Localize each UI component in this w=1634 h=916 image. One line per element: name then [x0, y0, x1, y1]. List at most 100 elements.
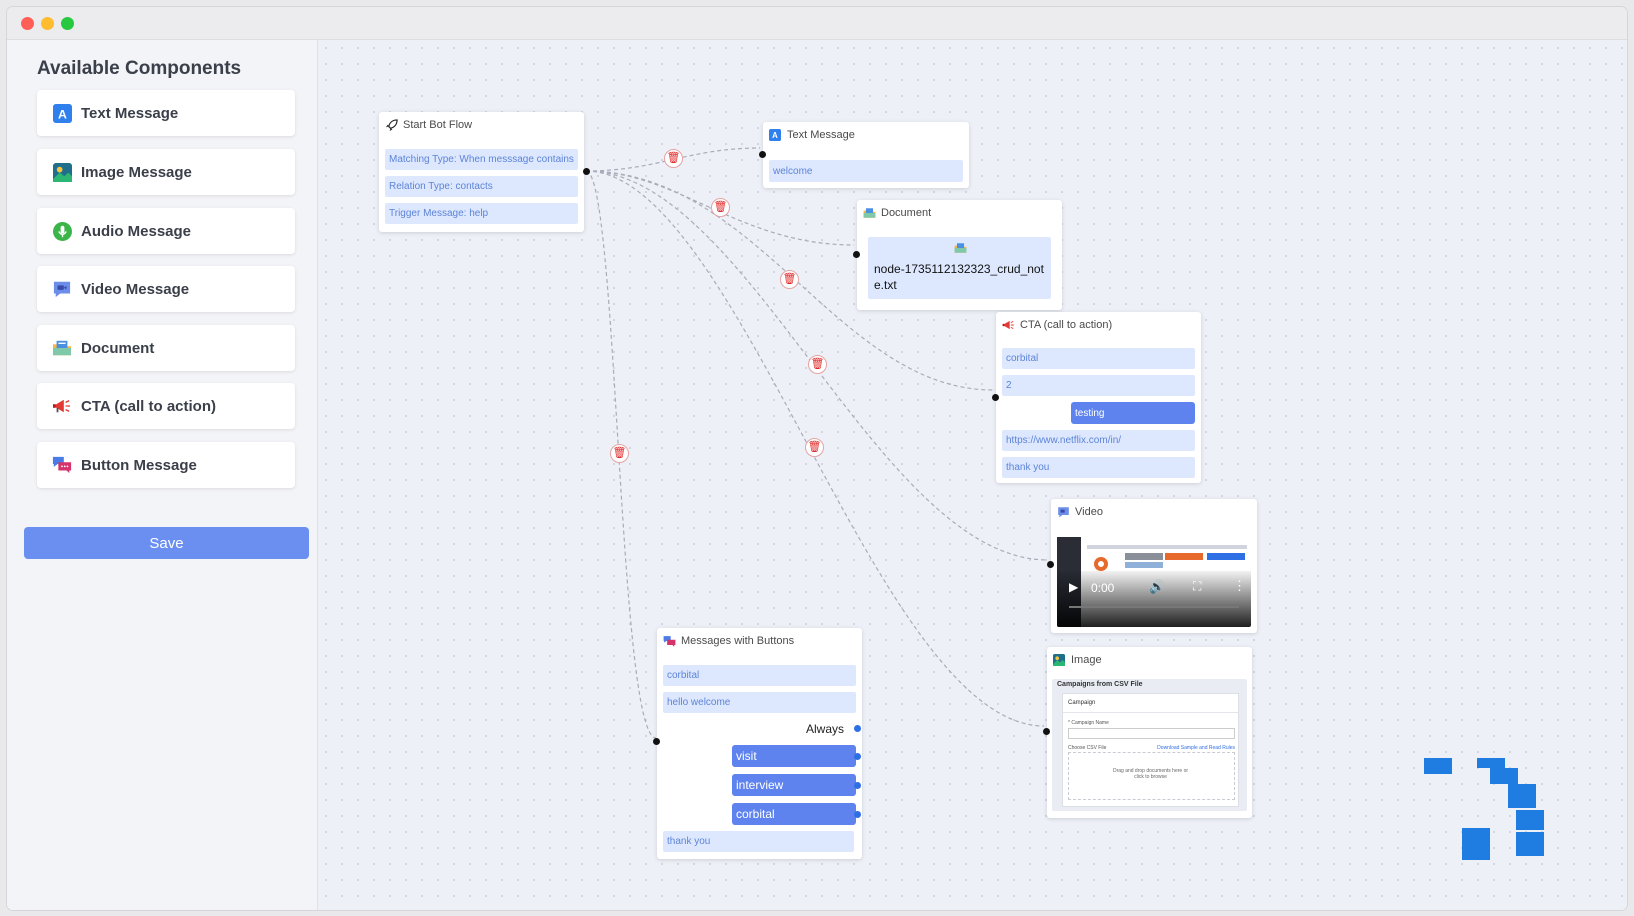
- preview-drop-text: Drag and drop documents here or click to…: [1112, 768, 1189, 780]
- component-text-message[interactable]: A Text Message: [37, 90, 295, 136]
- component-label: CTA (call to action): [81, 397, 216, 415]
- component-video-message[interactable]: Video Message: [37, 266, 295, 312]
- trash-icon: 🗑: [666, 152, 681, 164]
- node-title: Video: [1075, 506, 1103, 518]
- delete-edge-button[interactable]: 🗑: [610, 444, 629, 463]
- start-bot-flow-node[interactable]: Start Bot Flow Matching Type: When messs…: [379, 112, 590, 232]
- preview-heading: Campaigns from CSV File: [1057, 681, 1143, 688]
- text-message-value: welcome: [769, 160, 963, 182]
- target-handle[interactable]: [992, 394, 999, 401]
- sidebar-title: Available Components: [37, 58, 242, 79]
- messages-with-buttons-node[interactable]: Messages with Buttons corbital hello wel…: [653, 628, 862, 859]
- megaphone-icon: [51, 395, 73, 417]
- always-label: Always: [805, 722, 844, 736]
- rocket-icon: [384, 118, 398, 132]
- target-handle[interactable]: [1043, 728, 1050, 735]
- delete-edge-button[interactable]: 🗑: [711, 198, 730, 217]
- text-letter-icon: A: [768, 128, 782, 142]
- cta-node[interactable]: CTA (call to action) corbital 2 testing …: [992, 312, 1201, 483]
- app-window: Available Components A Text Message Imag…: [7, 7, 1627, 910]
- trash-icon: 🗑: [612, 447, 627, 459]
- trash-icon: 🗑: [810, 358, 825, 370]
- chat-bubbles-icon: [51, 454, 73, 476]
- cta-body-field: 2: [1002, 375, 1195, 396]
- target-handle[interactable]: [759, 151, 766, 158]
- video-node[interactable]: Video ▶ 0:00 🔊 ⛶ ⋮: [1047, 499, 1257, 633]
- brand-logo: [1418, 740, 1627, 910]
- delete-edge-button[interactable]: 🗑: [805, 438, 824, 457]
- image-icon: [51, 161, 73, 183]
- component-label: Button Message: [81, 456, 197, 474]
- buttons-body-field: hello welcome: [663, 692, 856, 713]
- component-audio-message[interactable]: Audio Message: [37, 208, 295, 254]
- minimize-window-button[interactable]: [41, 17, 54, 30]
- buttons-header-field: corbital: [663, 665, 856, 686]
- image-node[interactable]: Image Campaigns from CSV File Campaign *…: [1043, 647, 1252, 818]
- preview-field-label: * Campaign Name: [1068, 720, 1109, 726]
- more-options-icon[interactable]: ⋮: [1233, 578, 1246, 594]
- component-label: Video Message: [81, 280, 190, 298]
- option-source-handle[interactable]: [854, 782, 861, 789]
- node-title: Text Message: [787, 129, 855, 141]
- volume-icon[interactable]: 🔊: [1149, 579, 1165, 595]
- node-title: Document: [881, 207, 932, 219]
- target-handle[interactable]: [653, 738, 660, 745]
- node-title: CTA (call to action): [1020, 319, 1113, 331]
- target-handle[interactable]: [1047, 561, 1054, 568]
- cta-button[interactable]: testing: [1071, 402, 1195, 424]
- document-filename: node-1735112132323_crud_note.txt: [874, 262, 1044, 292]
- document-preview: node-1735112132323_crud_note.txt: [868, 237, 1051, 299]
- document-node[interactable]: Document node-1735112132323_crud_note.tx…: [853, 200, 1062, 310]
- node-title: Messages with Buttons: [681, 635, 795, 647]
- chat-bubbles-icon: [662, 634, 676, 648]
- title-bar: [7, 7, 1627, 40]
- megaphone-icon: [1001, 318, 1015, 332]
- buttons-footer-field: thank you: [663, 831, 854, 852]
- delete-edge-button[interactable]: 🗑: [664, 149, 683, 168]
- trigger-message-field: Trigger Message: help: [385, 203, 578, 224]
- cta-url-field: https://www.netflix.com/in/: [1002, 430, 1195, 451]
- components-sidebar: Available Components A Text Message Imag…: [7, 40, 318, 910]
- preview-download-link: Download Sample and Read Rules: [1157, 745, 1235, 751]
- cta-footer-field: thank you: [1002, 457, 1195, 478]
- svg-text:A: A: [58, 107, 67, 121]
- video-camera-icon: [1056, 505, 1070, 519]
- fullscreen-icon[interactable]: ⛶: [1193, 579, 1201, 594]
- trash-icon: 🗑: [713, 201, 728, 213]
- flow-canvas[interactable]: 🗑 🗑 🗑 🗑 🗑 🗑 Start Bot Flow Matching Type…: [318, 40, 1627, 910]
- button-option-corbital[interactable]: corbital: [732, 803, 856, 825]
- document-icon: [954, 242, 967, 257]
- component-button-message[interactable]: Button Message: [37, 442, 295, 488]
- source-handle[interactable]: [583, 168, 590, 175]
- play-icon[interactable]: ▶: [1069, 580, 1078, 594]
- button-option-interview[interactable]: interview: [732, 774, 856, 796]
- delete-edge-button[interactable]: 🗑: [780, 270, 799, 289]
- image-icon: [1052, 653, 1066, 667]
- svg-text:A: A: [772, 131, 778, 140]
- component-label: Document: [81, 339, 155, 357]
- maximize-window-button[interactable]: [61, 17, 74, 30]
- image-preview: Campaigns from CSV File Campaign * Campa…: [1052, 679, 1247, 811]
- video-camera-icon: [51, 278, 73, 300]
- video-player[interactable]: ▶ 0:00 🔊 ⛶ ⋮: [1057, 531, 1251, 627]
- component-label: Text Message: [81, 104, 179, 122]
- target-handle[interactable]: [853, 251, 860, 258]
- option-source-handle[interactable]: [854, 811, 861, 818]
- trash-icon: 🗑: [807, 441, 822, 453]
- close-window-button[interactable]: [21, 17, 34, 30]
- component-label: Image Message: [81, 163, 192, 181]
- relation-type-field: Relation Type: contacts: [385, 176, 578, 197]
- save-button[interactable]: Save: [24, 527, 309, 559]
- component-image-message[interactable]: Image Message: [37, 149, 295, 195]
- always-source-handle[interactable]: [854, 725, 861, 732]
- button-option-visit[interactable]: visit: [732, 745, 856, 767]
- preview-subheading: Campaign: [1068, 700, 1096, 706]
- component-document[interactable]: Document: [37, 325, 295, 371]
- delete-edge-button[interactable]: 🗑: [808, 355, 827, 374]
- text-message-node[interactable]: A Text Message welcome: [759, 122, 969, 188]
- option-source-handle[interactable]: [854, 753, 861, 760]
- trash-icon: 🗑: [782, 273, 797, 285]
- video-progress-bar[interactable]: [1069, 606, 1239, 608]
- component-cta[interactable]: CTA (call to action): [37, 383, 295, 429]
- node-title: Start Bot Flow: [403, 119, 473, 131]
